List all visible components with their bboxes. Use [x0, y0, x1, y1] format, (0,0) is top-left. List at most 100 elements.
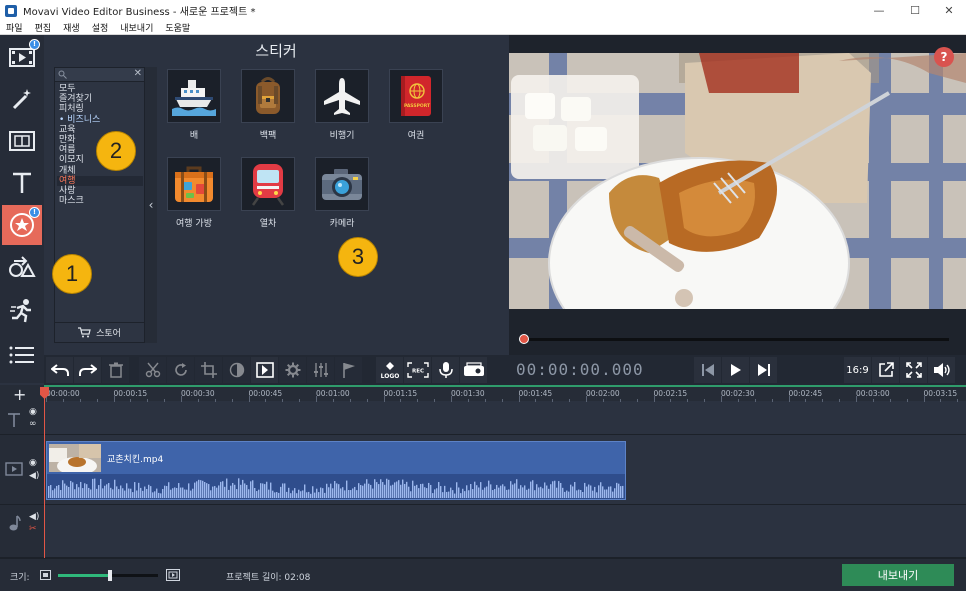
- voice-record-button[interactable]: [432, 357, 459, 383]
- menu-file[interactable]: 파일: [6, 21, 23, 34]
- minimize-button[interactable]: —: [862, 0, 896, 21]
- close-button[interactable]: ✕: [932, 0, 966, 21]
- capture-video-button[interactable]: [460, 357, 487, 383]
- category-item[interactable]: • 비즈니스: [57, 115, 143, 125]
- link-icon[interactable]: ∞: [29, 419, 37, 429]
- waveform-bar: [146, 489, 148, 498]
- transition-wizard-button[interactable]: [251, 357, 278, 383]
- zoom-out-icon[interactable]: [40, 570, 51, 580]
- sticker-ship[interactable]: 배: [165, 69, 223, 141]
- waveform-bar: [244, 483, 246, 498]
- category-item[interactable]: 사랑: [57, 186, 143, 196]
- marker-button[interactable]: [335, 357, 362, 383]
- fullscreen-button[interactable]: [900, 357, 927, 383]
- detach-preview-button[interactable]: [872, 357, 899, 383]
- category-item[interactable]: 즐겨찾기: [57, 94, 143, 104]
- next-frame-button[interactable]: [750, 357, 777, 383]
- waveform-bar: [526, 489, 528, 498]
- waveform-bar: [306, 492, 308, 498]
- filters-tool[interactable]: [2, 79, 42, 119]
- collapse-panel-button[interactable]: ‹: [145, 67, 157, 343]
- screen-record-button[interactable]: REC: [404, 357, 431, 383]
- maximize-button[interactable]: ☐: [898, 0, 932, 21]
- clip-properties-button[interactable]: [279, 357, 306, 383]
- volume-button[interactable]: [928, 357, 955, 383]
- ruler-tick: [130, 399, 132, 402]
- category-item[interactable]: 피처링: [57, 104, 143, 114]
- help-button[interactable]: ?: [934, 47, 954, 67]
- menu-help[interactable]: 도움말: [165, 21, 190, 34]
- export-button[interactable]: 내보내기: [842, 564, 954, 586]
- store-button[interactable]: 스토어: [55, 322, 144, 342]
- crop-button[interactable]: [195, 357, 222, 383]
- waveform-bar: [116, 486, 118, 498]
- category-item[interactable]: 개체: [57, 166, 143, 176]
- unlink-icon[interactable]: ✂: [29, 524, 37, 534]
- menu-play[interactable]: 재생: [63, 21, 80, 34]
- menu-export[interactable]: 내보내기: [120, 21, 153, 34]
- category-item[interactable]: 교육: [57, 125, 143, 135]
- waveform-bar: [322, 488, 324, 498]
- undo-button[interactable]: [46, 357, 73, 383]
- callouts-tool[interactable]: [2, 247, 42, 287]
- previous-frame-button[interactable]: [694, 357, 721, 383]
- waveform-bar: [448, 491, 450, 498]
- transitions-tool[interactable]: [2, 121, 42, 161]
- waveform-bar: [374, 479, 376, 498]
- play-button[interactable]: [722, 357, 749, 383]
- clear-search-icon[interactable]: ✕: [134, 68, 142, 79]
- sticker-camera[interactable]: 카메라: [313, 157, 371, 229]
- category-item-selected[interactable]: 여행: [57, 175, 143, 186]
- import-media-tool[interactable]: !: [2, 37, 42, 77]
- train-icon: [251, 164, 285, 206]
- waveform-bar: [414, 485, 416, 498]
- motion-tool[interactable]: [2, 291, 42, 331]
- cut-button[interactable]: [139, 357, 166, 383]
- aspect-ratio-button[interactable]: 16:9: [844, 357, 871, 383]
- eye-icon[interactable]: ◉: [29, 407, 37, 417]
- redo-button[interactable]: [74, 357, 101, 383]
- category-item[interactable]: 마스크: [57, 196, 143, 206]
- titles-tool[interactable]: [2, 163, 42, 203]
- ruler-tick: [62, 399, 64, 402]
- rotate-button[interactable]: [167, 357, 194, 383]
- category-search-input[interactable]: ✕: [55, 68, 144, 82]
- menu-settings[interactable]: 설정: [92, 21, 109, 34]
- seek-handle[interactable]: [519, 334, 529, 344]
- menu-edit[interactable]: 편집: [35, 21, 52, 34]
- menu-bar: 파일 편집 재생 설정 내보내기 도움말: [0, 21, 966, 35]
- ruler-tick: [569, 399, 571, 402]
- sticker-train[interactable]: 열차: [239, 157, 297, 229]
- logo-button[interactable]: LOGO: [376, 357, 403, 383]
- sticker-backpack[interactable]: 백팩: [239, 69, 297, 141]
- waveform-bar: [82, 488, 84, 498]
- eye-icon[interactable]: ◉: [29, 458, 37, 468]
- waveform-bar: [386, 478, 388, 498]
- category-item[interactable]: 모두: [57, 84, 143, 94]
- shapes-arrow-icon: [9, 256, 36, 277]
- color-adjust-button[interactable]: [223, 357, 250, 383]
- preview-seek-bar[interactable]: [519, 334, 949, 344]
- ruler-tick: [96, 399, 98, 402]
- speaker-icon[interactable]: ◀): [29, 512, 39, 522]
- waveform-bar: [156, 488, 158, 498]
- video-clip[interactable]: 교촌치킨.mp4: [46, 441, 626, 500]
- speaker-icon[interactable]: ◀): [29, 471, 39, 481]
- sticker-suitcase[interactable]: 여행 가방: [165, 157, 223, 229]
- time-ruler[interactable]: 00:00:00 00:00:15 00:00:30 00:00:45 00:01:00…: [44, 385, 966, 402]
- stickers-tool[interactable]: !: [2, 205, 42, 245]
- add-track-icon[interactable]: +: [13, 385, 26, 404]
- sticker-passport[interactable]: PASSPORT 여권: [387, 69, 445, 141]
- more-tools[interactable]: [2, 335, 42, 375]
- zoom-in-icon[interactable]: [166, 569, 180, 581]
- waveform-bar: [236, 489, 238, 498]
- waveform-bar: [522, 487, 524, 498]
- zoom-slider[interactable]: [58, 570, 158, 581]
- audio-properties-button[interactable]: [307, 357, 334, 383]
- playhead-line[interactable]: [44, 387, 45, 558]
- zoom-slider-handle[interactable]: [108, 570, 112, 581]
- waveform-bar: [512, 484, 514, 498]
- delete-button[interactable]: [102, 357, 129, 383]
- waveform-bar: [410, 491, 412, 498]
- sticker-airplane[interactable]: 비행기: [313, 69, 371, 141]
